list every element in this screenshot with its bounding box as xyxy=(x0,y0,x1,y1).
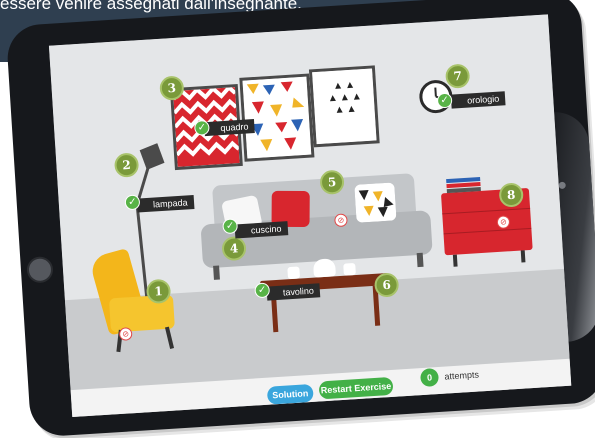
tablet-device: 1 2 3 4 5 6 7 8 quadro ✓ orologio ✓ lamp… xyxy=(5,0,595,438)
black-triangle-pattern xyxy=(312,68,377,145)
solution-button[interactable]: Solution xyxy=(266,383,314,405)
cushion-pattern xyxy=(354,182,397,223)
triangle-pattern xyxy=(242,76,312,159)
exercise-screen: 1 2 3 4 5 6 7 8 quadro ✓ orologio ✓ lamp… xyxy=(48,14,572,418)
books xyxy=(446,176,481,194)
label-quadro-text: quadro xyxy=(220,121,249,134)
label-orologio-text: orologio xyxy=(466,93,500,106)
picture-frame-triangles-black xyxy=(308,65,380,148)
label-tavolino-text: tavolino xyxy=(282,285,315,298)
label-cuscino-text: cuscino xyxy=(250,223,282,236)
label-lampada-text: lampada xyxy=(152,197,188,210)
picture-frame-triangles-color xyxy=(239,73,315,162)
